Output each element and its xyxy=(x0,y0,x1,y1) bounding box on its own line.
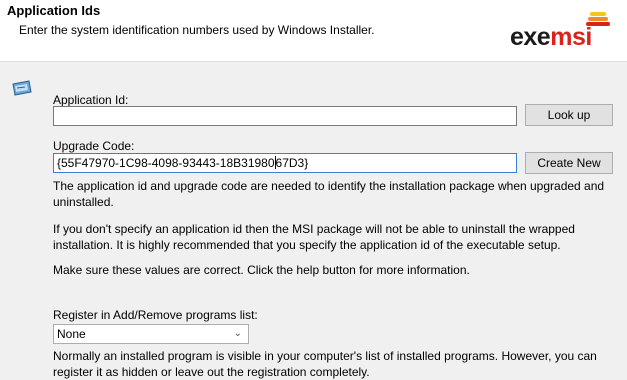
create-new-button[interactable]: Create New xyxy=(525,152,613,174)
exemsi-logo: exemsi xyxy=(510,12,620,52)
register-select[interactable]: None ⌄ xyxy=(53,324,249,344)
application-id-label: Application Id: xyxy=(53,93,129,107)
info-text-uninstall: If you don't specify an application id t… xyxy=(53,222,575,252)
page-title: Application Ids xyxy=(7,3,101,18)
upgrade-code-value-end: 67D3} xyxy=(275,156,309,170)
info-text-help: Make sure these values are correct. Clic… xyxy=(53,263,470,277)
register-note: Normally an installed program is visible… xyxy=(53,349,597,379)
info-text-identify: The application id and upgrade code are … xyxy=(53,179,605,209)
setup-package-icon xyxy=(11,80,33,96)
register-label: Register in Add/Remove programs list: xyxy=(53,308,258,322)
header: Application Ids Enter the system identif… xyxy=(0,0,627,62)
logo-text-exe: exe xyxy=(510,23,551,51)
upgrade-code-value-start: {55F47970-1C98-4098-93443-18B31980 xyxy=(57,156,275,170)
logo-text-msi: msi xyxy=(550,23,592,51)
chevron-down-icon: ⌄ xyxy=(233,328,242,339)
application-id-input[interactable] xyxy=(53,106,517,126)
page-subtitle: Enter the system identification numbers … xyxy=(19,23,375,37)
upgrade-code-input[interactable]: {55F47970-1C98-4098-93443-18B3198067D3} xyxy=(53,153,517,173)
look-up-button[interactable]: Look up xyxy=(525,104,613,126)
register-selected-value: None xyxy=(57,327,86,341)
upgrade-code-label: Upgrade Code: xyxy=(53,139,135,153)
